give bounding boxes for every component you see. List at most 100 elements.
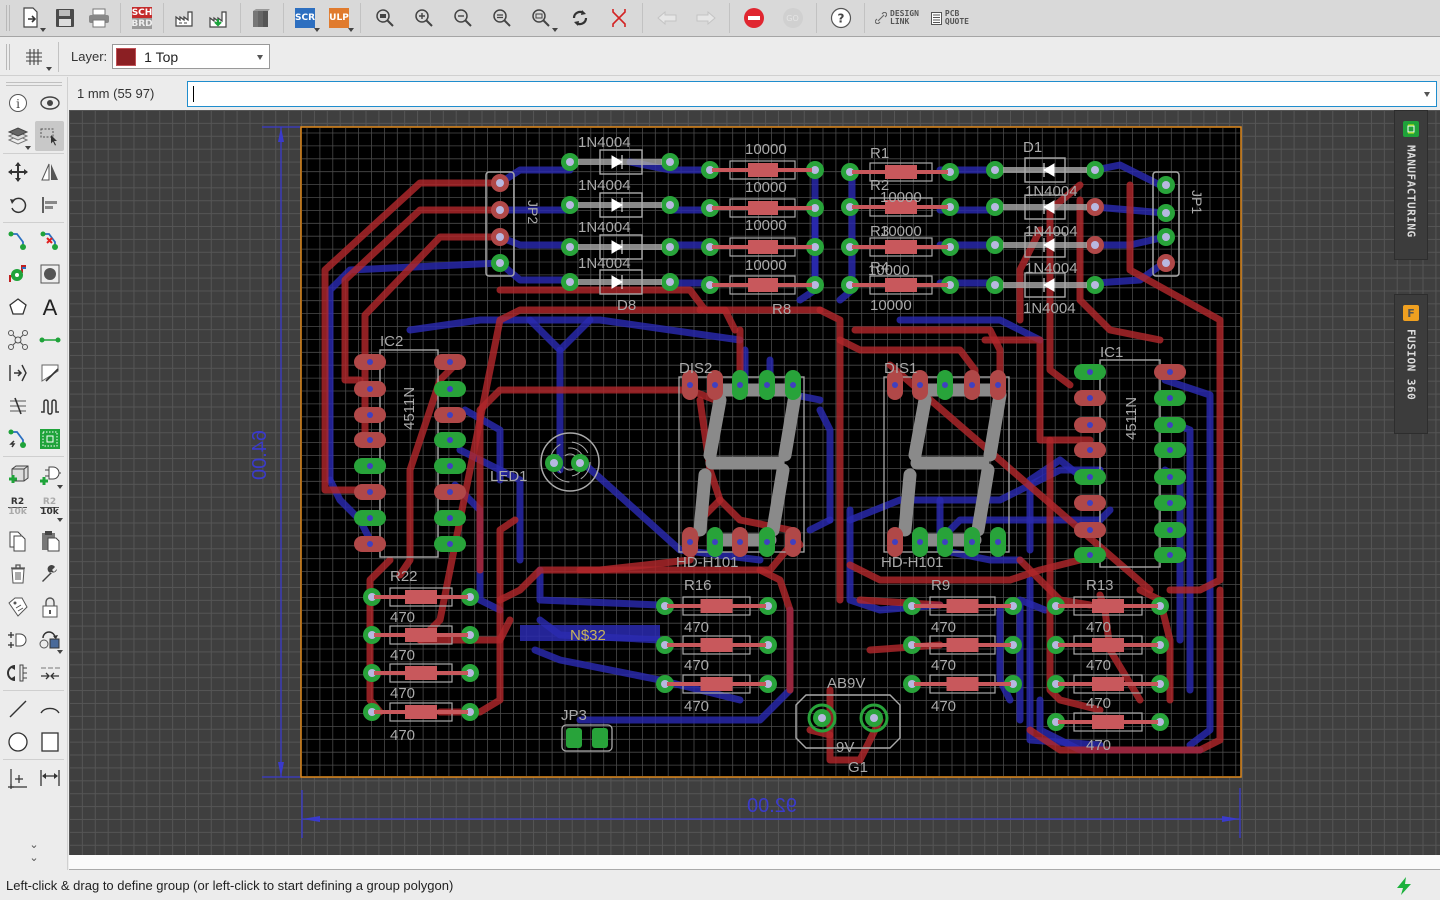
swap-tool-button[interactable] xyxy=(3,658,32,688)
replace-tool-button[interactable] xyxy=(35,625,64,655)
pad-drill xyxy=(1167,552,1173,558)
redraw-icon xyxy=(572,10,587,26)
paste-tool-button[interactable] xyxy=(35,526,64,556)
show-tool-button[interactable] xyxy=(35,88,64,118)
pad-drill xyxy=(1087,395,1093,401)
rectangle-tool-button[interactable] xyxy=(35,727,64,757)
optimize-tool-button[interactable] xyxy=(3,391,32,421)
route-tool-button[interactable] xyxy=(3,226,32,256)
jp3-pin xyxy=(592,728,608,748)
pad-drill xyxy=(892,539,898,545)
zoom-in-button[interactable] xyxy=(404,2,443,34)
chip-icon xyxy=(1403,121,1419,137)
redo-button[interactable] xyxy=(686,2,725,34)
align-tool-button[interactable] xyxy=(35,190,64,220)
pad-drill xyxy=(1162,233,1170,241)
toolbar-separator xyxy=(283,3,284,33)
palette-row xyxy=(0,590,67,623)
silkscreen-label-r11v: 470 xyxy=(931,657,956,674)
fanout-tool-button[interactable] xyxy=(3,325,32,355)
pcb-quote-button[interactable]: PCB QUOTE xyxy=(925,2,975,34)
attribute-tool-button[interactable] xyxy=(3,592,32,622)
sch-brd-switch-button[interactable]: SCH BRD xyxy=(125,2,159,34)
stop-button[interactable] xyxy=(734,2,773,34)
lock-tool-button[interactable] xyxy=(35,592,64,622)
toolbar-grip[interactable] xyxy=(6,5,10,31)
silkscreen-label-r15v: 470 xyxy=(1086,695,1111,712)
command-input[interactable] xyxy=(188,81,1387,106)
circle-tool-button[interactable] xyxy=(3,727,32,757)
miter-tool-button[interactable] xyxy=(3,358,32,388)
battery-pad-positive xyxy=(813,709,831,727)
info-tool-button[interactable]: i xyxy=(3,88,32,118)
arc-tool-button[interactable] xyxy=(35,694,64,724)
lock-icon xyxy=(40,596,60,618)
drc-tool-button[interactable] xyxy=(35,424,64,454)
manufacturing-export-button[interactable] xyxy=(202,2,236,34)
grid-button[interactable] xyxy=(14,41,54,73)
invoke-tool-button[interactable] xyxy=(3,625,32,655)
new-file-button[interactable] xyxy=(14,2,48,34)
fusion-360-panel-tab[interactable]: F FUSION 360 xyxy=(1394,294,1428,434)
ratsnest-button[interactable] xyxy=(599,2,638,34)
pad-drill xyxy=(566,201,574,209)
redraw-button[interactable] xyxy=(560,2,599,34)
silkscreen-label-d4v2: 1N4004 xyxy=(1023,300,1076,317)
via-tool-button[interactable] xyxy=(3,259,32,289)
horizontal-scroll-area[interactable] xyxy=(69,855,1440,870)
design-link-button[interactable]: DESIGN LINK xyxy=(869,2,925,34)
move-tool-button[interactable] xyxy=(3,157,32,187)
line-tool-button[interactable] xyxy=(3,694,32,724)
zoom-select-button[interactable] xyxy=(482,2,521,34)
delete-tool-button[interactable] xyxy=(3,559,32,589)
layer-select[interactable]: 1 Top xyxy=(112,44,271,69)
display-pin xyxy=(990,527,1006,557)
change-tool-button[interactable] xyxy=(35,559,64,589)
add-part-tool-button[interactable] xyxy=(3,460,32,490)
name-tool-button[interactable]: R2 10k xyxy=(3,493,32,523)
help-button[interactable]: ? xyxy=(821,2,860,34)
command-line[interactable] xyxy=(187,80,1437,107)
ulp-button[interactable]: ULP xyxy=(322,2,356,34)
board-canvas[interactable]: 64.00 92.00 N$32 JP2 1N4004 1N4004 1N4004 1N400… xyxy=(69,110,1440,855)
mirror-tool-button[interactable] xyxy=(35,157,64,187)
command-history-dropdown-icon[interactable] xyxy=(1424,91,1430,97)
zoom-fit-button[interactable] xyxy=(365,2,404,34)
print-button[interactable] xyxy=(82,2,116,34)
pad-drill xyxy=(712,539,718,545)
dimension-label-width: 92.00 xyxy=(747,795,797,817)
save-button[interactable] xyxy=(48,2,82,34)
zoom-out-button[interactable] xyxy=(443,2,482,34)
hole-tool-button[interactable] xyxy=(35,259,64,289)
group-select-tool-button[interactable] xyxy=(35,120,64,151)
text-tool-button[interactable]: A xyxy=(35,292,64,322)
copy-tool-button[interactable] xyxy=(3,526,32,556)
expand-palette-icon[interactable]: ⌄ ⌄ xyxy=(0,838,68,864)
autorouter-tool-button[interactable] xyxy=(3,424,32,454)
pinswap-tool-button[interactable] xyxy=(35,658,64,688)
meander-tool-button[interactable] xyxy=(35,391,64,421)
rotate-tool-button[interactable] xyxy=(3,190,32,220)
cam-processor-button[interactable] xyxy=(168,2,202,34)
go-button[interactable]: GO xyxy=(773,2,812,34)
script-button[interactable]: SCR xyxy=(288,2,322,34)
split-tool-button[interactable] xyxy=(35,358,64,388)
undo-button[interactable] xyxy=(647,2,686,34)
manufacturing-panel-tab[interactable]: MANUFACTURING xyxy=(1394,110,1428,260)
layer-settings-tool-button[interactable] xyxy=(3,121,32,151)
add-gate-tool-button[interactable] xyxy=(35,460,64,490)
library-button[interactable] xyxy=(245,2,279,34)
zoom-last-button[interactable] xyxy=(521,2,560,34)
chevron-down-icon xyxy=(257,55,264,60)
toolbar-grip[interactable] xyxy=(6,43,10,70)
ripup-tool-button[interactable] xyxy=(35,226,64,256)
dimension-tool-button[interactable] xyxy=(35,763,64,793)
board-drawing[interactable]: 64.00 92.00 N$32 JP2 1N4004 1N4004 1N4004 1N400… xyxy=(69,110,1440,855)
value-tool-button[interactable]: R2 10k xyxy=(35,493,64,523)
lightning-icon[interactable] xyxy=(1394,876,1414,896)
pad-drill xyxy=(712,382,718,388)
mark-tool-button[interactable] xyxy=(3,763,32,793)
palette-row xyxy=(0,557,67,590)
signal-tool-button[interactable] xyxy=(35,325,64,355)
polygon-tool-button[interactable] xyxy=(3,292,32,322)
